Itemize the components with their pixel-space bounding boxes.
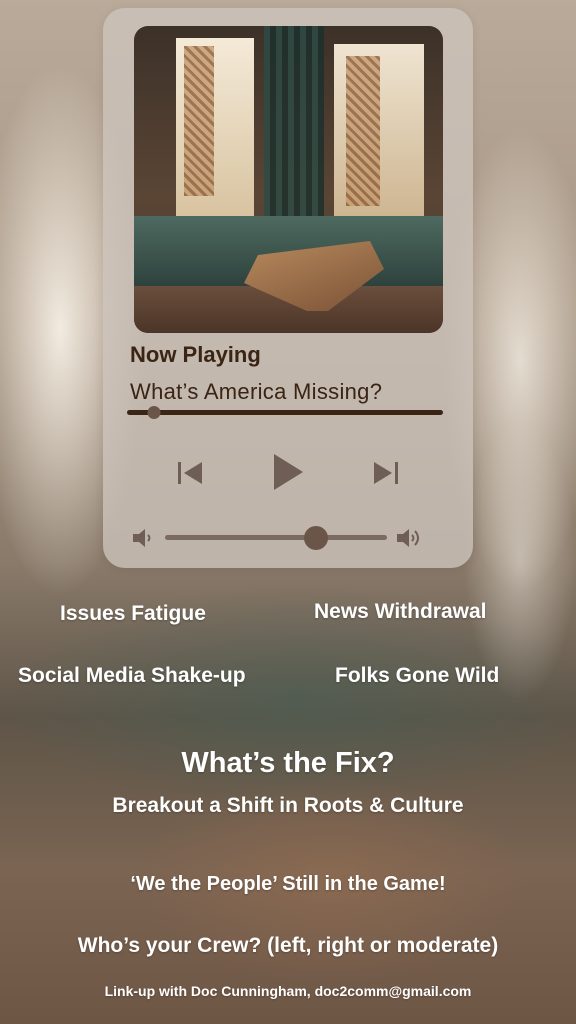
topic-folks-gone-wild: Folks Gone Wild	[335, 664, 500, 687]
topic-issues-fatigue: Issues Fatigue	[60, 602, 206, 625]
skip-next-icon[interactable]	[371, 458, 401, 488]
contact-line: Link-up with Doc Cunningham, doc2comm@gm…	[104, 983, 472, 999]
crew-question: Who’s your Crew? (left, right or moderat…	[77, 934, 499, 957]
volume-handle[interactable]	[303, 526, 328, 550]
progress-bar[interactable]	[127, 406, 443, 419]
progress-handle[interactable]	[147, 406, 161, 419]
volume-high-icon[interactable]	[395, 526, 427, 552]
track-title: What’s America Missing?	[130, 379, 383, 404]
album-art	[134, 26, 443, 333]
fix-heading: What’s the Fix?	[181, 747, 395, 779]
volume-slider[interactable]	[165, 526, 387, 550]
topic-news-withdrawal: News Withdrawal	[314, 600, 487, 623]
topic-social-media: Social Media Shake-up	[18, 664, 246, 687]
people-tagline: ‘We the People’ Still in the Game!	[130, 873, 446, 895]
skip-previous-icon[interactable]	[175, 458, 205, 488]
volume-low-icon[interactable]	[131, 526, 157, 552]
play-icon[interactable]	[268, 450, 308, 494]
volume-control	[103, 523, 473, 553]
now-playing-label: Now Playing	[130, 342, 261, 367]
fix-subheading: Breakout a Shift in Roots & Culture	[112, 794, 464, 817]
playback-controls	[103, 448, 473, 508]
music-player-card: Now Playing What’s America Missing?	[103, 8, 473, 568]
